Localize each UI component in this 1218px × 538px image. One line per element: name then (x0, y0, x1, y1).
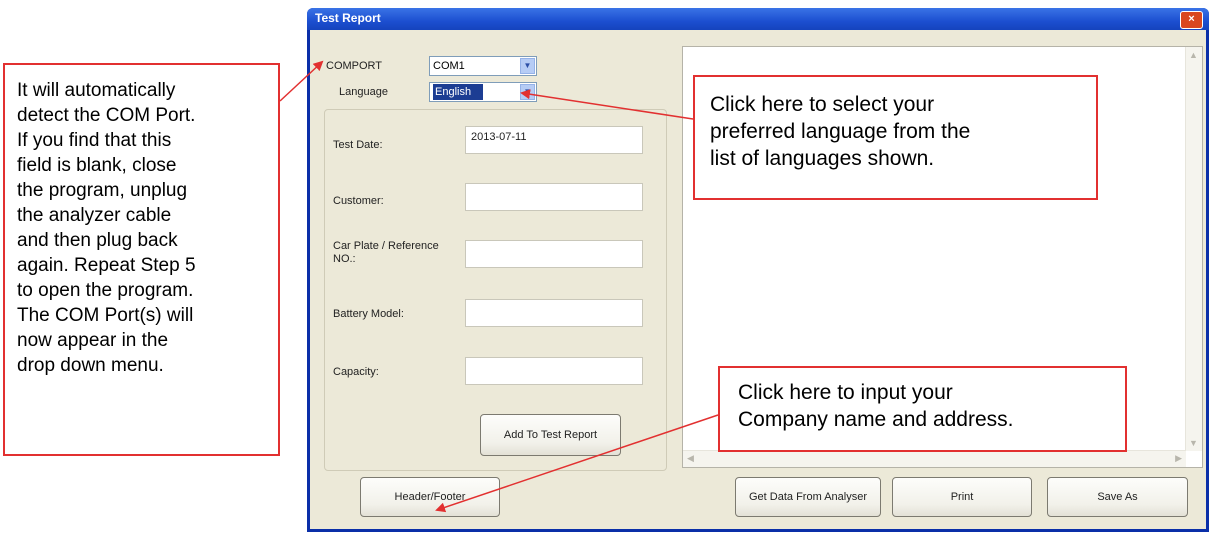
battery-model-field[interactable] (465, 299, 643, 327)
car-plate-label: Car Plate / Reference NO.: (333, 240, 439, 265)
comport-help-callout: It will automatically detect the COM Por… (3, 63, 280, 456)
language-select[interactable]: English ▼ (429, 82, 537, 102)
comport-label: COMPORT (326, 60, 383, 72)
customer-label: Customer: (333, 195, 384, 207)
capacity-label: Capacity: (333, 366, 379, 378)
test-date-label: Test Date: (333, 139, 383, 151)
battery-model-label: Battery Model: (333, 308, 404, 320)
language-value: English (433, 84, 484, 100)
scroll-left-icon[interactable]: ◀ (687, 453, 694, 464)
add-to-test-report-button[interactable]: Add To Test Report (480, 414, 621, 456)
scroll-up-icon[interactable]: ▲ (1189, 50, 1198, 60)
car-plate-field[interactable] (465, 240, 643, 268)
vertical-scrollbar[interactable]: ▲ ▼ (1185, 47, 1202, 451)
capacity-field[interactable] (465, 357, 643, 385)
language-label: Language (339, 86, 388, 98)
test-date-field[interactable]: 2013-07-11 (465, 126, 643, 154)
title-bar[interactable]: Test Report × (307, 8, 1209, 30)
print-button[interactable]: Print (892, 477, 1032, 517)
comport-value: COM1 (433, 60, 465, 72)
customer-field[interactable] (465, 183, 643, 211)
close-button[interactable]: × (1180, 11, 1203, 29)
horizontal-scrollbar[interactable]: ◀ ▶ (683, 450, 1186, 467)
comport-select[interactable]: COM1 ▼ (429, 56, 537, 76)
comport-help-text: It will automatically detect the COM Por… (17, 80, 196, 376)
window-title: Test Report (315, 11, 381, 25)
scroll-down-icon[interactable]: ▼ (1189, 438, 1198, 448)
scroll-right-icon[interactable]: ▶ (1175, 453, 1182, 464)
chevron-down-icon[interactable]: ▼ (520, 58, 535, 74)
header-footer-button[interactable]: Header/Footer (360, 477, 500, 517)
save-as-button[interactable]: Save As (1047, 477, 1188, 517)
chevron-down-icon[interactable]: ▼ (520, 84, 535, 100)
language-help-text: Click here to select your preferred lang… (710, 93, 971, 170)
get-data-button[interactable]: Get Data From Analyser (735, 477, 881, 517)
header-footer-help-text: Click here to input your Company name an… (738, 381, 1014, 431)
header-footer-help-callout: Click here to input your Company name an… (718, 366, 1127, 452)
test-details-group: Test Date: 2013-07-11 Customer: Car Plat… (324, 109, 667, 471)
language-help-callout: Click here to select your preferred lang… (693, 75, 1098, 200)
